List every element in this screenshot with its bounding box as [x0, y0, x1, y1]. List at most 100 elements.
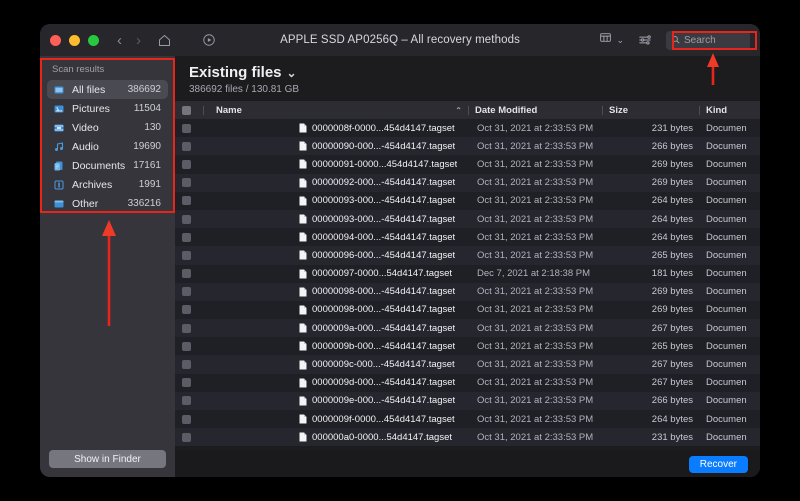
row-file-kind: Documen — [706, 286, 747, 298]
row-checkbox[interactable] — [175, 360, 203, 370]
recover-button[interactable]: Recover — [688, 455, 748, 473]
sidebar-item-other[interactable]: Other 336216 — [47, 194, 168, 213]
table-row[interactable]: 00000096-000...-454d4147.tagset Oct 31, 2… — [175, 246, 760, 265]
row-size-cell: 266 bytes — [604, 395, 700, 406]
view-options-button[interactable]: ⌄ — [599, 31, 624, 49]
table-row[interactable]: 0000009a-000...-454d4147.tagset Oct 31, 2… — [175, 319, 760, 338]
row-checkbox[interactable] — [175, 214, 203, 224]
row-file-size: 266 bytes — [651, 395, 693, 407]
row-checkbox[interactable] — [175, 305, 203, 315]
chevron-left-icon[interactable]: ‹ — [117, 33, 122, 48]
row-file-name: 0000009e-000...-454d4147.tagset — [312, 395, 456, 407]
row-date-modified: Oct 31, 2021 at 2:33:53 PM — [477, 158, 594, 170]
row-file-name: 00000093-000...-454d4147.tagset — [312, 195, 456, 207]
column-header-name-label: Name — [216, 104, 242, 116]
table-row[interactable]: 00000090-000...-454d4147.tagset Oct 31, 2… — [175, 137, 760, 156]
row-file-name: 00000098-000...-454d4147.tagset — [312, 286, 456, 298]
row-file-kind: Documen — [706, 140, 747, 152]
main-footer: Recover — [175, 451, 760, 477]
sidebar-item-count: 1991 — [138, 179, 161, 190]
column-header-kind[interactable]: Kind — [700, 105, 760, 116]
row-size-cell: 269 bytes — [604, 177, 700, 188]
document-file-icon — [299, 360, 307, 370]
document-file-icon — [299, 378, 307, 388]
row-checkbox[interactable] — [175, 341, 203, 351]
row-size-cell: 267 bytes — [604, 323, 700, 334]
table-row[interactable]: 00000091-0000...454d4147.tagset Oct 31, 2… — [175, 155, 760, 174]
row-kind-cell: Documen — [700, 341, 760, 352]
row-checkbox[interactable] — [175, 323, 203, 333]
play-circle-icon[interactable] — [202, 33, 216, 47]
row-file-kind: Documen — [706, 268, 747, 280]
show-in-finder-button[interactable]: Show in Finder — [49, 450, 166, 468]
row-kind-cell: Documen — [700, 377, 760, 388]
row-checkbox[interactable] — [175, 123, 203, 133]
table-row[interactable]: 00000098-000...-454d4147.tagset Oct 31, 2… — [175, 282, 760, 301]
sidebar-item-video[interactable]: Video 130 — [47, 118, 168, 137]
row-file-size: 231 bytes — [651, 122, 693, 134]
row-date-cell: Oct 31, 2021 at 2:33:53 PM — [471, 359, 604, 370]
row-checkbox[interactable] — [175, 178, 203, 188]
row-checkbox[interactable] — [175, 141, 203, 151]
page-title[interactable]: Existing files ⌄ — [189, 64, 760, 81]
close-window-button[interactable] — [50, 34, 61, 46]
sidebar-item-pictures[interactable]: Pictures 11504 — [47, 99, 168, 118]
row-kind-cell: Documen — [700, 395, 760, 406]
table-row[interactable]: 0000008f-0000...454d4147.tagset Oct 31, 2… — [175, 119, 760, 138]
home-icon[interactable] — [157, 33, 172, 48]
minimize-window-button[interactable] — [69, 34, 80, 46]
row-date-cell: Oct 31, 2021 at 2:33:53 PM — [471, 214, 604, 225]
grid-view-icon — [599, 31, 612, 49]
row-checkbox[interactable] — [175, 196, 203, 206]
row-size-cell: 269 bytes — [604, 159, 700, 170]
row-date-cell: Oct 31, 2021 at 2:33:53 PM — [471, 250, 604, 261]
table-row[interactable]: 0000009f-0000...454d4147.tagset Oct 31, 2… — [175, 410, 760, 429]
row-file-kind: Documen — [706, 122, 747, 134]
row-checkbox[interactable] — [175, 396, 203, 406]
row-checkbox[interactable] — [175, 232, 203, 242]
sidebar-item-all-files[interactable]: All files 386692 — [47, 80, 168, 99]
search-box[interactable] — [666, 30, 750, 50]
row-size-cell: 269 bytes — [604, 304, 700, 315]
row-checkbox[interactable] — [175, 159, 203, 169]
column-header-date-modified[interactable]: Date Modified — [469, 105, 602, 116]
table-row[interactable]: 0000009d-000...-454d4147.tagset Oct 31, 2… — [175, 373, 760, 392]
row-date-modified: Oct 31, 2021 at 2:33:53 PM — [477, 195, 594, 207]
maximize-window-button[interactable] — [88, 34, 99, 46]
table-row[interactable]: 0000009c-000...-454d4147.tagset Oct 31, 2… — [175, 355, 760, 374]
search-input[interactable] — [684, 34, 745, 46]
table-row[interactable]: 00000098-000...-454d4147.tagset Oct 31, 2… — [175, 300, 760, 320]
row-checkbox[interactable] — [175, 414, 203, 424]
table-row[interactable]: 00000093-000...-454d4147.tagset Oct 31, 2… — [175, 191, 760, 210]
table-row[interactable]: 00000097-0000...54d4147.tagset Dec 7, 202… — [175, 264, 760, 283]
sidebar-footer: Show in Finder — [40, 449, 175, 478]
row-kind-cell: Documen — [700, 232, 760, 243]
column-header-name[interactable]: Name ⌃ — [204, 105, 468, 116]
sidebar-item-archives[interactable]: Archives 1991 — [47, 175, 168, 194]
row-file-kind: Documen — [706, 213, 747, 225]
filter-sliders-icon[interactable] — [638, 33, 652, 47]
row-checkbox[interactable] — [175, 287, 203, 297]
column-header-date-label: Date Modified — [475, 104, 538, 116]
table-row[interactable]: 00000094-000...-454d4147.tagset Oct 31, 2… — [175, 228, 760, 247]
table-row[interactable]: 00000093-000...-454d4147.tagset Oct 31, 2… — [175, 209, 760, 229]
row-file-size: 264 bytes — [651, 413, 693, 425]
select-all-checkbox[interactable] — [175, 105, 203, 115]
row-checkbox[interactable] — [175, 250, 203, 260]
row-name-cell: 0000009a-000...-454d4147.tagset — [203, 323, 471, 334]
sidebar-item-label: Pictures — [72, 102, 110, 115]
table-row[interactable]: 000000a0-0000...54d4147.tagset Oct 31, 20… — [175, 428, 760, 447]
window-body: Scan results All files 386692 Pictures 1… — [40, 56, 760, 477]
table-row[interactable]: 0000009e-000...-454d4147.tagset Oct 31, 2… — [175, 391, 760, 410]
app-window: ‹ › APPLE SSD AP0256Q – All recovery met… — [40, 24, 760, 477]
row-checkbox[interactable] — [175, 432, 203, 442]
table-row[interactable]: 00000092-000...-454d4147.tagset Oct 31, 2… — [175, 173, 760, 192]
row-checkbox[interactable] — [175, 269, 203, 279]
chevron-right-icon[interactable]: › — [136, 33, 141, 48]
column-header-size[interactable]: Size — [603, 105, 699, 116]
sidebar-item-audio[interactable]: Audio 19690 — [47, 137, 168, 156]
table-row[interactable]: 0000009b-000...-454d4147.tagset Oct 31, 2… — [175, 337, 760, 356]
row-checkbox[interactable] — [175, 378, 203, 388]
sidebar-item-documents[interactable]: Documents 17161 — [47, 156, 168, 175]
row-date-modified: Oct 31, 2021 at 2:33:53 PM — [477, 413, 594, 425]
